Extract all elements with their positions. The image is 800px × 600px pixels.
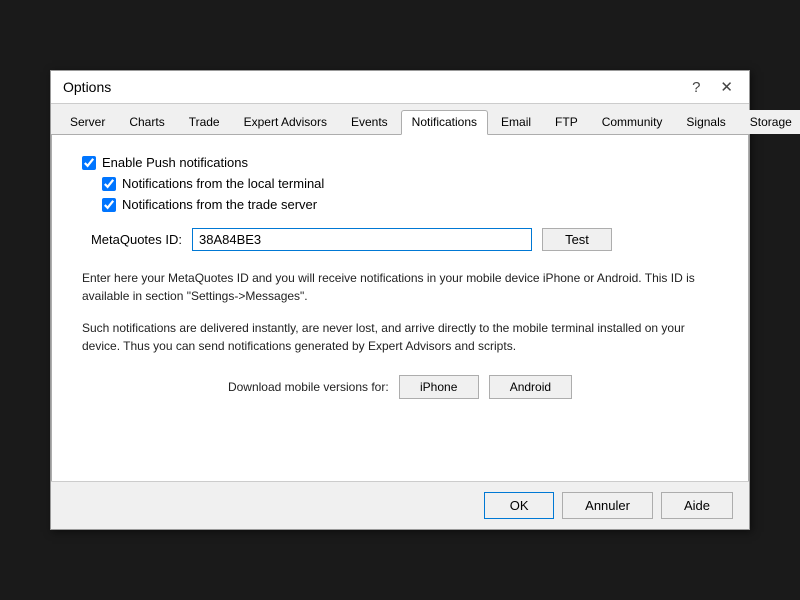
aide-button[interactable]: Aide	[661, 492, 733, 519]
tab-storage[interactable]: Storage	[739, 110, 800, 134]
tab-events[interactable]: Events	[340, 110, 399, 134]
tab-ftp[interactable]: FTP	[544, 110, 589, 134]
metaquotes-id-label: MetaQuotes ID:	[82, 232, 182, 247]
tab-bar: Server Charts Trade Expert Advisors Even…	[51, 104, 749, 135]
metaquotes-row: MetaQuotes ID: Test	[82, 228, 718, 251]
title-bar-controls: ? ✕	[688, 80, 737, 95]
options-dialog: Options ? ✕ Server Charts Trade Expert A…	[50, 70, 750, 530]
tab-notifications[interactable]: Notifications	[401, 110, 488, 135]
info-text-1: Enter here your MetaQuotes ID and you wi…	[82, 269, 718, 305]
tab-expert-advisors[interactable]: Expert Advisors	[233, 110, 338, 134]
iphone-button[interactable]: iPhone	[399, 375, 479, 399]
cancel-button[interactable]: Annuler	[562, 492, 653, 519]
dialog-title-area: Options	[63, 79, 111, 95]
from-local-row: Notifications from the local terminal	[102, 176, 718, 191]
download-section: Download mobile versions for: iPhone And…	[82, 375, 718, 399]
tab-charts[interactable]: Charts	[118, 110, 175, 134]
tab-trade[interactable]: Trade	[178, 110, 231, 134]
enable-push-label[interactable]: Enable Push notifications	[102, 155, 248, 170]
enable-push-row: Enable Push notifications	[82, 155, 718, 170]
android-button[interactable]: Android	[489, 375, 572, 399]
download-label: Download mobile versions for:	[228, 380, 389, 394]
help-button[interactable]: ?	[688, 80, 704, 95]
ok-button[interactable]: OK	[484, 492, 554, 519]
test-button[interactable]: Test	[542, 228, 612, 251]
tab-email[interactable]: Email	[490, 110, 542, 134]
info-text-2: Such notifications are delivered instant…	[82, 319, 718, 355]
enable-push-checkbox[interactable]	[82, 156, 96, 170]
close-button[interactable]: ✕	[716, 80, 737, 95]
metaquotes-id-input[interactable]	[192, 228, 532, 251]
from-server-row: Notifications from the trade server	[102, 197, 718, 212]
tab-community[interactable]: Community	[591, 110, 674, 134]
from-server-label[interactable]: Notifications from the trade server	[122, 197, 317, 212]
dialog-footer: OK Annuler Aide	[51, 481, 749, 529]
push-notifications-section: Enable Push notifications Notifications …	[82, 155, 718, 212]
tab-server[interactable]: Server	[59, 110, 116, 134]
tab-signals[interactable]: Signals	[675, 110, 736, 134]
from-local-checkbox[interactable]	[102, 177, 116, 191]
from-server-checkbox[interactable]	[102, 198, 116, 212]
title-bar: Options ? ✕	[51, 71, 749, 104]
from-local-label[interactable]: Notifications from the local terminal	[122, 176, 324, 191]
tab-content: Enable Push notifications Notifications …	[51, 135, 749, 481]
dialog-title: Options	[63, 79, 111, 95]
